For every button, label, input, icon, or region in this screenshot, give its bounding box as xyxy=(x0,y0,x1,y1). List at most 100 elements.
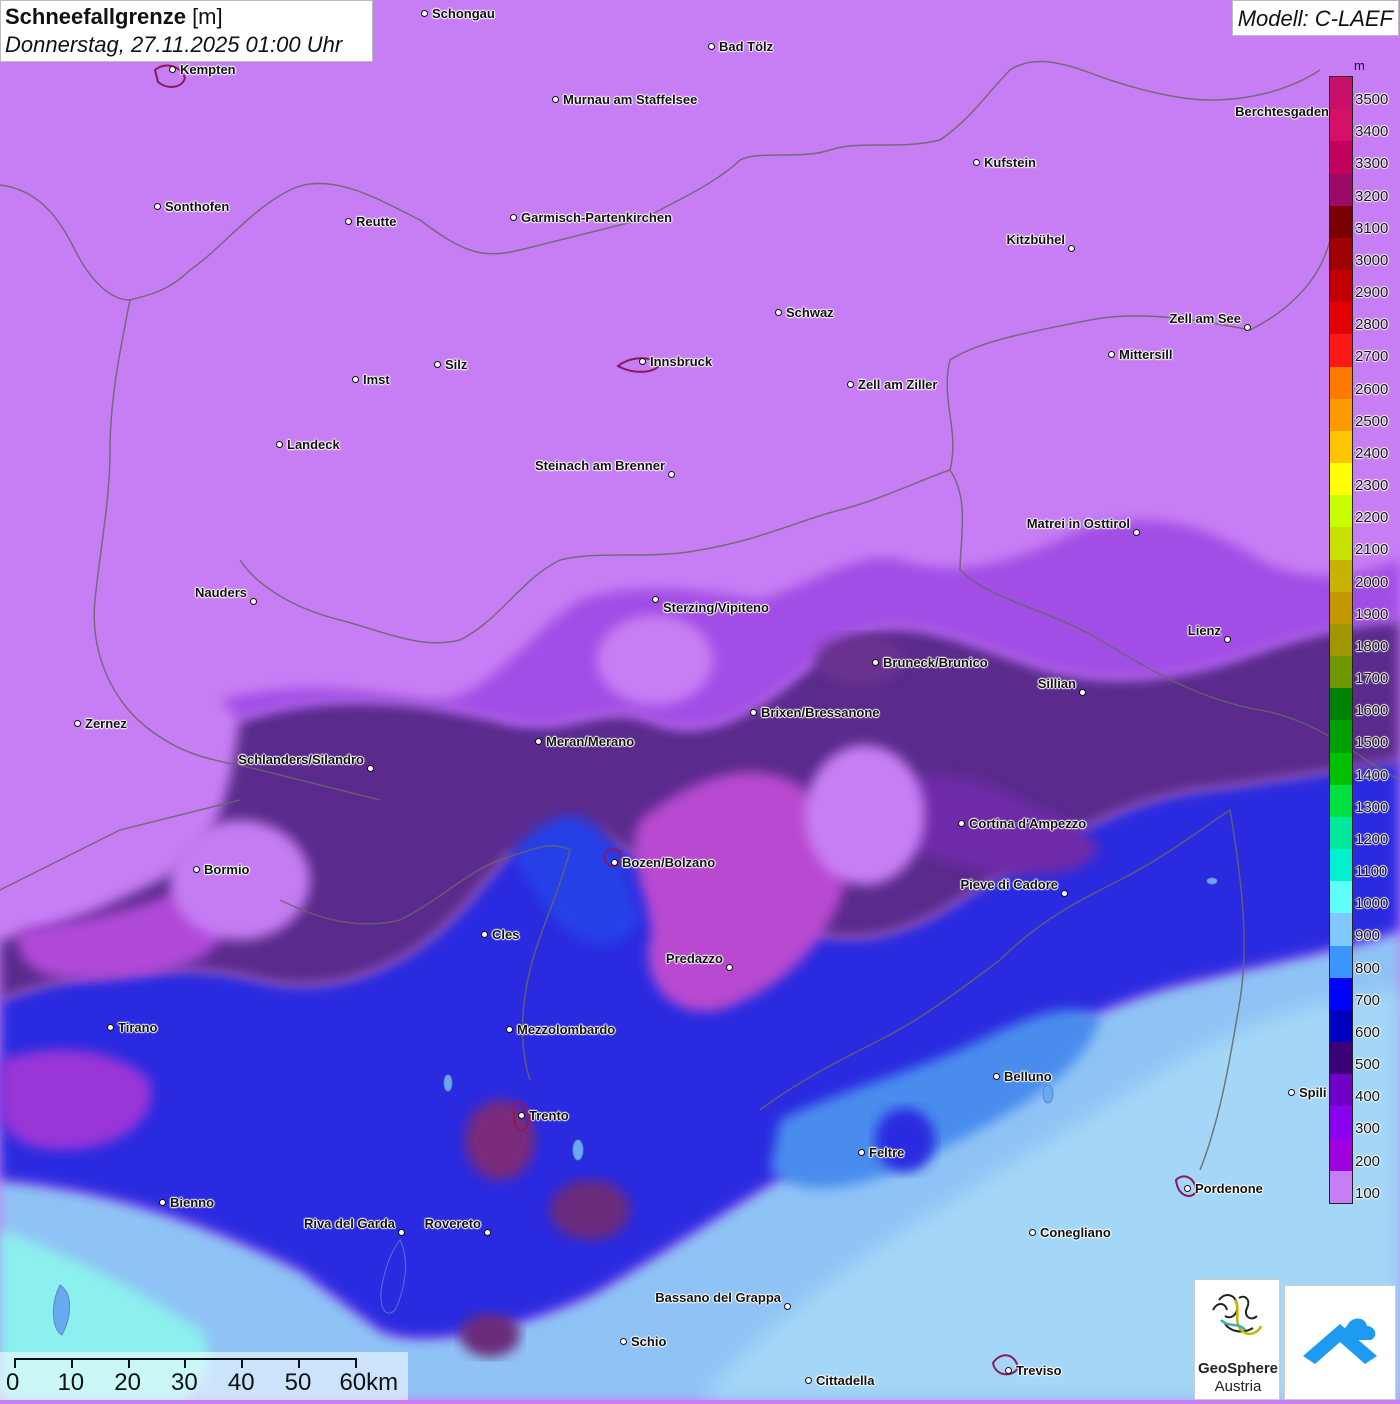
legend-label: 1300 xyxy=(1355,798,1389,816)
legend-label: 3300 xyxy=(1355,155,1389,173)
city-label: Kempten xyxy=(180,62,236,77)
city-label: Cittadella xyxy=(816,1373,875,1388)
city-marker xyxy=(1107,350,1115,358)
legend-label: 1900 xyxy=(1355,605,1389,623)
city-marker xyxy=(480,930,488,938)
legend-label: 1000 xyxy=(1355,895,1389,913)
city-label: Cortina d'Ampezzo xyxy=(969,816,1087,831)
legend-swatch xyxy=(1330,816,1352,850)
legend-swatch xyxy=(1330,688,1352,721)
scale-tick xyxy=(241,1358,244,1368)
city-marker xyxy=(534,737,542,745)
city-marker xyxy=(192,865,200,873)
city-label: Kufstein xyxy=(984,155,1036,170)
city-label: Schwaz xyxy=(786,305,834,320)
city-label: Lienz xyxy=(1187,623,1221,638)
legend-label: 2800 xyxy=(1355,316,1389,334)
legend-label: 300 xyxy=(1355,1120,1381,1138)
legend-swatch xyxy=(1330,237,1352,271)
city-label: Garmisch-Partenkirchen xyxy=(521,210,673,225)
city-marker xyxy=(1078,688,1086,696)
city-label: Pieve di Cadore xyxy=(960,877,1058,892)
legend-label: 3400 xyxy=(1355,123,1389,141)
city-label: Sterzing/Vipiteno xyxy=(663,600,769,615)
legend-colorbar xyxy=(1329,76,1353,1204)
city-label: Sillian xyxy=(1037,676,1076,691)
city-label: Predazzo xyxy=(665,951,723,966)
legend-swatch xyxy=(1330,1138,1352,1172)
scale-tick xyxy=(184,1358,187,1368)
city-marker xyxy=(517,1111,525,1119)
city-marker xyxy=(483,1228,491,1236)
city-marker xyxy=(667,470,675,478)
legend-swatch xyxy=(1330,784,1352,818)
legend-swatch xyxy=(1330,720,1352,754)
city-marker xyxy=(433,360,441,368)
scale-tick xyxy=(298,1358,300,1368)
city-label: Feltre xyxy=(869,1145,905,1160)
legend-swatch xyxy=(1330,495,1352,528)
city-label: Berchtesgaden xyxy=(1235,104,1329,119)
legend-label: 1600 xyxy=(1355,702,1389,720)
legend-label: 2200 xyxy=(1355,509,1389,527)
scale-label: 40 xyxy=(227,1369,255,1396)
legend-label: 1500 xyxy=(1355,734,1389,752)
city-marker xyxy=(1060,889,1068,897)
city-marker xyxy=(846,380,854,388)
city-marker xyxy=(619,1337,627,1345)
map-title-box: Schneefallgrenze [m] Donnerstag, 27.11.2… xyxy=(0,0,373,62)
legend-label: 2100 xyxy=(1355,541,1389,559)
city-marker xyxy=(505,1025,513,1033)
city-marker xyxy=(397,1228,405,1236)
city-label: Schio xyxy=(631,1334,667,1349)
geosphere-country: Austria xyxy=(1214,1378,1262,1395)
scale-label: 10 xyxy=(57,1369,85,1396)
legend-swatch xyxy=(1330,1170,1352,1204)
city-marker xyxy=(249,597,257,605)
city-marker xyxy=(420,9,428,17)
city-label: Kitzbühel xyxy=(1006,232,1066,247)
legend-swatch xyxy=(1330,881,1352,914)
legend-swatch xyxy=(1330,77,1352,110)
legend-swatch xyxy=(1330,334,1352,368)
city-marker xyxy=(1004,1366,1012,1374)
city-marker xyxy=(707,42,715,50)
legend-label: 2400 xyxy=(1355,444,1389,462)
legend-swatch xyxy=(1330,1074,1352,1107)
legend-swatch xyxy=(1330,430,1352,464)
city-marker xyxy=(153,202,161,210)
legend-swatch xyxy=(1330,398,1352,432)
map-subtitle: Donnerstag, 27.11.2025 01:00 Uhr xyxy=(5,32,343,57)
city-label: Conegliano xyxy=(1040,1225,1111,1240)
legend-swatch xyxy=(1330,977,1352,1011)
legend-swatch xyxy=(1330,623,1352,657)
legend-label: 500 xyxy=(1355,1056,1381,1074)
city-label: Treviso xyxy=(1016,1363,1062,1378)
city-label: Schongau xyxy=(432,6,495,21)
city-marker xyxy=(783,1302,791,1310)
city-label: Riva del Garda xyxy=(303,1216,395,1231)
legend-label: 100 xyxy=(1355,1184,1381,1202)
core-rovereto xyxy=(550,1180,630,1240)
city-marker xyxy=(158,1198,166,1206)
legend-label: 800 xyxy=(1355,959,1381,977)
city-label: Sonthofen xyxy=(165,199,230,214)
legend-label: 2900 xyxy=(1355,284,1389,302)
legend-swatch xyxy=(1330,1106,1352,1140)
scale-label: 50 xyxy=(284,1369,312,1396)
city-marker xyxy=(1183,1184,1191,1192)
city-marker xyxy=(957,819,965,827)
city-label: Imst xyxy=(363,372,390,387)
city-marker xyxy=(725,963,733,971)
city-marker xyxy=(651,595,659,603)
legend-label: 3000 xyxy=(1355,251,1389,269)
city-marker xyxy=(857,1148,865,1156)
city-marker xyxy=(1067,244,1075,252)
city-marker xyxy=(804,1376,812,1384)
city-marker xyxy=(610,858,618,866)
legend-label: 400 xyxy=(1355,1088,1381,1106)
legend-swatch xyxy=(1330,752,1352,786)
legend-swatch xyxy=(1330,945,1352,979)
city-marker xyxy=(509,213,517,221)
city-marker xyxy=(1243,323,1251,331)
